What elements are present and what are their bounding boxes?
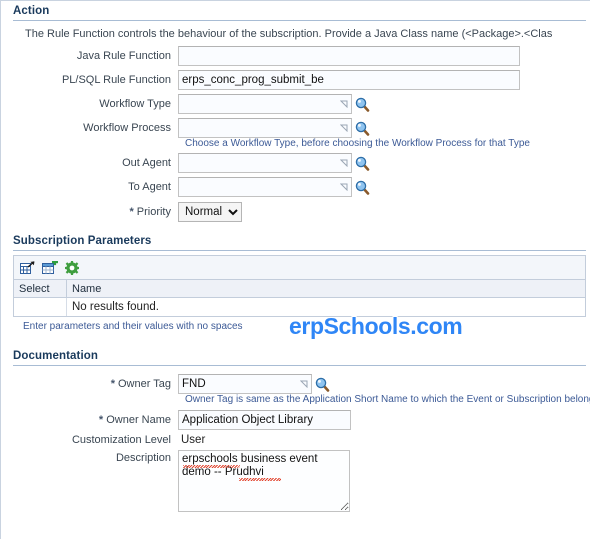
owner-tag-hint-row: Owner Tag is same as the Application Sho… xyxy=(1,394,590,405)
field-row-out-agent: Out Agent xyxy=(1,153,590,173)
field-row-customization-level: Customization Level User xyxy=(1,434,590,446)
documentation-section: Documentation * Owner Tag FND Owner Tag … xyxy=(1,346,590,515)
priority-label: Priority xyxy=(136,206,171,218)
workflow-type-label: Workflow Type xyxy=(99,98,171,110)
priority-required-marker: * xyxy=(129,206,134,218)
field-row-java-rule-function: Java Rule Function xyxy=(1,46,590,66)
search-lov-icon[interactable] xyxy=(355,156,370,171)
owner-name-input[interactable] xyxy=(178,410,351,430)
workflow-type-lov-wrap xyxy=(178,94,352,114)
owner-tag-hint: Owner Tag is same as the Application Sho… xyxy=(185,394,590,405)
search-lov-icon[interactable] xyxy=(355,97,370,112)
java-rule-function-label: Java Rule Function xyxy=(76,50,171,62)
owner-tag-label-wrap: * Owner Tag xyxy=(1,378,178,390)
out-agent-label: Out Agent xyxy=(122,157,171,169)
workflow-process-lov-wrap xyxy=(178,118,352,138)
plsql-rule-function-control xyxy=(178,70,520,90)
action-intro-text: The Rule Function controls the behaviour… xyxy=(25,28,553,40)
field-row-workflow-process: Workflow Process xyxy=(1,118,590,138)
add-row-icon[interactable] xyxy=(42,261,58,275)
owner-tag-required-marker: * xyxy=(110,378,115,390)
priority-select[interactable]: Normal xyxy=(178,202,242,222)
owner-name-label: Owner Name xyxy=(106,414,171,426)
out-agent-input[interactable] xyxy=(178,153,352,173)
out-agent-lov-wrap xyxy=(178,153,352,173)
action-section: Action The Rule Function controls the be… xyxy=(1,1,590,222)
field-row-owner-tag: * Owner Tag xyxy=(1,374,590,394)
priority-label-wrap: * Priority xyxy=(1,206,178,218)
customization-level-value: User xyxy=(181,434,206,446)
workflow-process-label: Workflow Process xyxy=(83,122,171,134)
section-divider xyxy=(13,365,586,366)
cell-select[interactable] xyxy=(14,297,67,317)
owner-name-control xyxy=(178,410,351,430)
plsql-rule-function-input[interactable] xyxy=(178,70,520,90)
workflow-process-hint-row: Choose a Workflow Type, before choosing … xyxy=(1,138,590,149)
subscription-form-page: Action The Rule Function controls the be… xyxy=(0,0,590,539)
workflow-process-input[interactable] xyxy=(178,118,352,138)
owner-tag-control xyxy=(178,374,330,394)
workflow-type-control xyxy=(178,94,370,114)
section-divider xyxy=(13,250,586,251)
search-lov-icon[interactable] xyxy=(355,180,370,195)
field-row-description: Description xyxy=(1,450,590,515)
description-control xyxy=(178,450,350,515)
to-agent-control xyxy=(178,177,370,197)
export-icon[interactable] xyxy=(20,261,35,275)
owner-tag-label: Owner Tag xyxy=(118,378,171,390)
to-agent-lov-wrap xyxy=(178,177,352,197)
priority-control: Normal xyxy=(178,202,242,222)
workflow-process-hint: Choose a Workflow Type, before choosing … xyxy=(185,138,530,149)
owner-name-required-marker: * xyxy=(98,414,104,426)
customization-level-label: Customization Level xyxy=(71,434,171,446)
to-agent-label: To Agent xyxy=(128,181,171,193)
java-rule-function-input[interactable] xyxy=(178,46,520,66)
plsql-rule-function-label: PL/SQL Rule Function xyxy=(61,74,171,86)
subscription-parameters-title: Subscription Parameters xyxy=(13,235,152,247)
description-label: Description xyxy=(115,452,171,464)
out-agent-control xyxy=(178,153,370,173)
subscription-parameters-table: Select Name No results found. xyxy=(14,280,585,317)
subscription-parameters-table-wrap: Select Name No results found. xyxy=(13,255,586,317)
table-toolbar xyxy=(14,256,585,280)
search-lov-icon[interactable] xyxy=(315,377,330,392)
to-agent-input[interactable] xyxy=(178,177,352,197)
documentation-title: Documentation xyxy=(13,350,98,362)
field-row-workflow-type: Workflow Type xyxy=(1,94,590,114)
owner-name-label-wrap: * Owner Name xyxy=(1,414,178,426)
search-lov-icon[interactable] xyxy=(355,121,370,136)
settings-gear-icon[interactable] xyxy=(65,261,79,275)
owner-tag-input[interactable] xyxy=(178,374,312,394)
description-textarea[interactable] xyxy=(178,450,350,512)
column-header-select: Select xyxy=(14,280,67,298)
field-row-plsql-rule-function: PL/SQL Rule Function xyxy=(1,70,590,90)
workflow-process-control xyxy=(178,118,370,138)
owner-tag-lov-wrap xyxy=(178,374,312,394)
field-row-priority: * Priority Normal xyxy=(1,202,590,222)
table-header-row: Select Name xyxy=(14,280,585,298)
workflow-type-input[interactable] xyxy=(178,94,352,114)
action-section-title: Action xyxy=(13,5,50,17)
java-rule-function-control xyxy=(178,46,520,66)
watermark-erpschools: erpSchools.com xyxy=(289,313,463,339)
field-row-owner-name: * Owner Name xyxy=(1,410,590,430)
column-header-name: Name xyxy=(66,280,585,298)
field-row-to-agent: To Agent xyxy=(1,177,590,197)
